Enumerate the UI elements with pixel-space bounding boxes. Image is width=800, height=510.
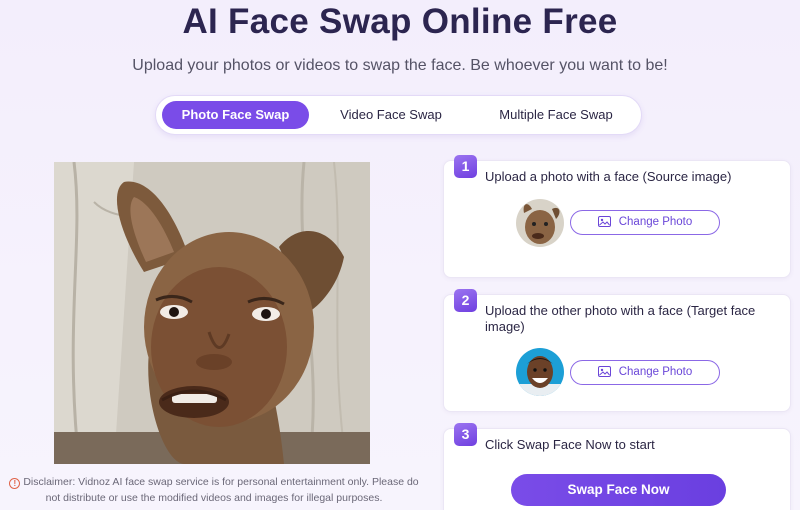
- tab-multiple-face-swap[interactable]: Multiple Face Swap: [474, 101, 638, 129]
- step-number-badge: 3: [454, 423, 477, 446]
- change-target-photo-button[interactable]: Change Photo: [570, 360, 720, 385]
- result-preview-image: [54, 162, 370, 464]
- page-title: AI Face Swap Online Free: [182, 2, 618, 41]
- image-icon: [597, 213, 611, 236]
- preview-illustration: [54, 162, 370, 464]
- step-card-source: 1 Upload a photo with a face (Source ima…: [443, 155, 791, 278]
- step-instruction: Upload a photo with a face (Source image…: [485, 169, 732, 184]
- tab-video-face-swap[interactable]: Video Face Swap: [316, 101, 466, 129]
- disclaimer: ! Disclaimer: Vidnoz AI face swap service…: [6, 474, 422, 506]
- swap-face-now-button[interactable]: Swap Face Now: [511, 474, 726, 506]
- change-photo-label: Change Photo: [618, 366, 693, 378]
- step-card-target: 2 Upload the other photo with a face (Ta…: [443, 289, 791, 412]
- step-instruction: Upload the other photo with a face (Targ…: [485, 303, 756, 334]
- step-number-badge: 2: [454, 289, 477, 312]
- page-subtitle: Upload your photos or videos to swap the…: [132, 57, 668, 74]
- warning-icon: !: [9, 478, 21, 489]
- step-card-swap: 3 Click Swap Face Now to start Swap Face…: [443, 423, 791, 510]
- tab-photo-face-swap[interactable]: Photo Face Swap: [162, 101, 309, 129]
- target-photo-thumbnail[interactable]: [516, 348, 564, 396]
- step-number-badge: 1: [454, 155, 477, 178]
- step-instruction: Click Swap Face Now to start: [485, 437, 655, 452]
- change-photo-label: Change Photo: [618, 216, 693, 228]
- change-source-photo-button[interactable]: Change Photo: [570, 210, 720, 235]
- source-photo-thumbnail[interactable]: [516, 199, 564, 247]
- image-icon: [597, 363, 611, 386]
- disclaimer-text: Disclaimer: Vidnoz AI face swap service …: [23, 476, 419, 504]
- mode-tabs: Photo Face Swap Video Face Swap Multiple…: [155, 95, 642, 135]
